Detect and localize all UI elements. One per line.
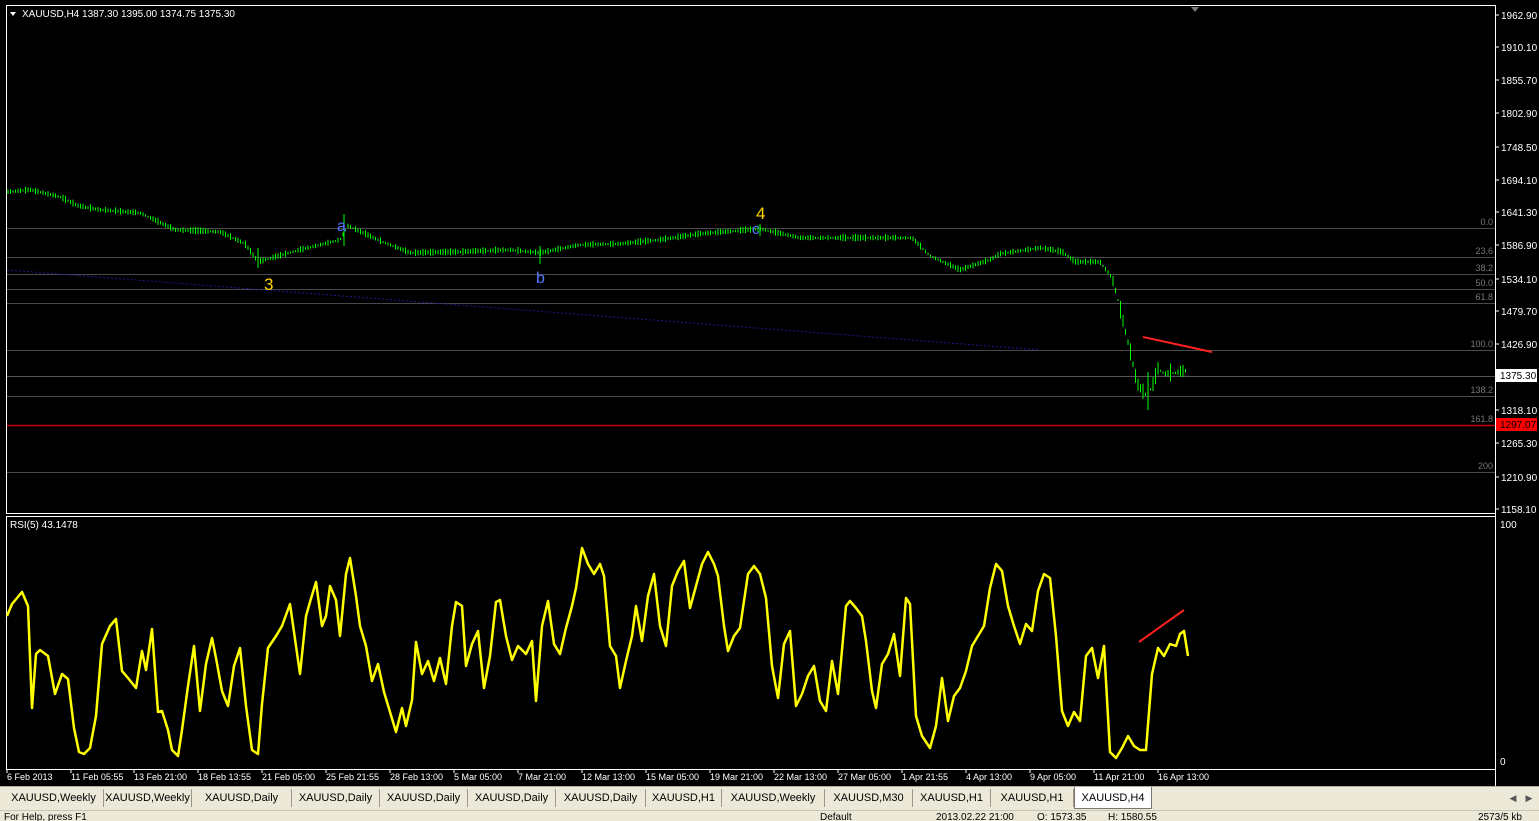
wave-label: b [536,270,545,287]
status-bar: For Help, press F1 Default 2013.02.22 21… [0,810,1539,821]
wave-label: c [752,221,760,238]
time-axis-label: 11 Feb 05:55 [71,772,123,782]
price-axis-label: 1158.10 [1501,505,1537,516]
time-axis-label: 5 Mar 05:00 [454,772,502,782]
rsi-header: RSI(5) 43.1478 [10,520,78,531]
tab-scroll-left-icon[interactable]: ◀ [1506,791,1520,805]
time-axis-label: 7 Mar 21:00 [518,772,566,782]
chart-tab[interactable]: XAUUSD,Daily [192,789,292,807]
chart-tab[interactable]: XAUUSD,H1 [991,789,1074,807]
chart-tab[interactable]: XAUUSD,Daily [292,789,380,807]
time-axis-label: 13 Feb 21:00 [134,772,187,782]
time-axis-label: 28 Feb 13:00 [390,772,443,782]
price-axis-label: 1855.70 [1501,76,1538,87]
tab-scroll-right-icon[interactable]: ▶ [1522,791,1536,805]
chart-tab[interactable]: XAUUSD,H1 [646,789,722,807]
red-line-price-value: 1297.07 [1500,420,1537,431]
price-axis-label: 1318.10 [1501,406,1538,417]
time-axis-label: 27 Mar 05:00 [838,772,891,782]
rsi-level-100: 100 [1500,520,1517,531]
time-axis-label: 19 Mar 21:00 [710,772,763,782]
fib-level-label: 161.8 [1470,414,1493,424]
chart-tab[interactable]: XAUUSD,Weekly [722,789,825,807]
current-price-value: 1375.30 [1500,371,1537,382]
time-axis-label: 11 Apr 21:00 [1094,772,1144,782]
chart-tab-bar: XAUUSD,Weekly XAUUSD,Weekly XAUUSD,Daily XA… [0,786,1539,810]
price-axis-label: 1210.90 [1501,473,1538,484]
time-axis-label: 18 Feb 13:55 [198,772,251,782]
time-axis-label: 25 Feb 21:55 [326,772,379,782]
chart-tab[interactable]: XAUUSD,Daily [468,789,556,807]
chart-tab[interactable]: XAUUSD,Daily [380,789,468,807]
price-axis-label: 1265.30 [1501,439,1538,450]
time-axis-label: 22 Mar 13:00 [774,772,827,782]
fib-level-label: 0.0 [1480,217,1493,227]
rsi-chart[interactable]: RSI(5) 43.1478 100 0 6 Feb 2013 11 Feb 05… [0,516,1539,786]
time-axis-label: 15 Mar 05:00 [646,772,699,782]
time-axis-label: 16 Apr 13:00 [1158,772,1209,782]
chart-header: XAUUSD,H4 1387.30 1395.00 1374.75 1375.3… [22,9,235,20]
time-axis-label: 4 Apr 13:00 [966,772,1012,782]
price-axis-label: 1962.90 [1501,11,1538,22]
price-axis-label: 1641.30 [1501,208,1538,219]
fib-level-label: 23.6 [1475,246,1493,256]
price-axis-label: 1479.70 [1501,307,1538,318]
time-axis-label: 6 Feb 2013 [7,772,53,782]
chart-tab[interactable]: XAUUSD,H1 [913,789,991,807]
price-axis-label: 1802.90 [1501,109,1538,120]
wave-label: 3 [264,275,273,294]
time-axis-label: 9 Apr 05:00 [1030,772,1076,782]
wave-label: a [337,218,346,235]
fib-level-label: 38.2 [1475,263,1493,273]
price-axis-label: 1534.10 [1501,275,1538,286]
price-axis-label: 1910.10 [1501,43,1538,54]
chart-tab[interactable]: XAUUSD,Weekly [104,789,192,807]
fib-level-label: 138.2 [1470,385,1493,395]
fib-level-label: 200 [1478,461,1493,471]
fib-level-label: 50.0 [1475,278,1493,288]
price-axis-label: 1748.50 [1501,143,1538,154]
chart-tab[interactable]: XAUUSD,Daily [556,789,646,807]
rsi-level-0: 0 [1500,757,1506,768]
chart-tab[interactable]: XAUUSD,H4 [1074,787,1152,809]
price-chart[interactable]: XAUUSD,H4 1387.30 1395.00 1374.75 1375.3… [0,0,1539,516]
fib-level-label: 100.0 [1470,339,1493,349]
price-axis-label: 1586.90 [1501,241,1538,252]
time-axis-label: 12 Mar 13:00 [582,772,635,782]
price-axis-label: 1426.90 [1501,340,1538,351]
chart-tab[interactable]: XAUUSD,Weekly [4,789,104,807]
wave-label: 4 [756,204,765,223]
chart-tab[interactable]: XAUUSD,M30 [825,789,913,807]
time-axis-label: 21 Feb 05:00 [262,772,315,782]
time-axis-label: 1 Apr 21:55 [902,772,948,782]
price-axis-label: 1694.10 [1501,176,1538,187]
fib-level-label: 61.8 [1475,292,1493,302]
